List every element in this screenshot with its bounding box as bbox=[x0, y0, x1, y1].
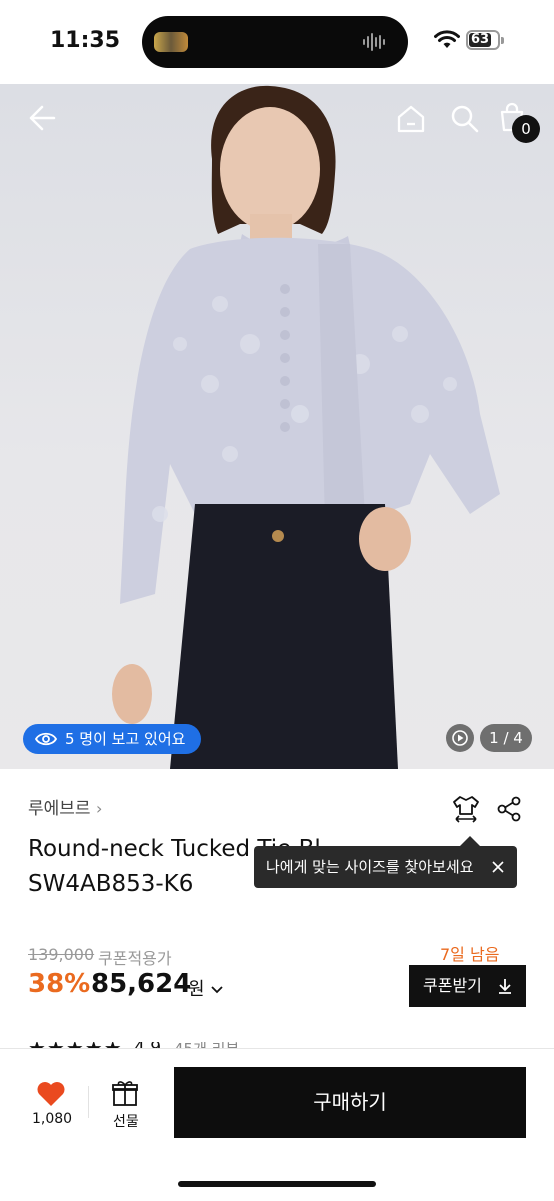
status-time: 11:35 bbox=[50, 28, 121, 53]
sale-price: 85,624 bbox=[91, 969, 192, 999]
download-icon bbox=[499, 979, 511, 994]
status-bar: 11:35 63 bbox=[0, 0, 554, 84]
battery-level: 63 bbox=[469, 32, 491, 47]
price-details-toggle[interactable]: 원 bbox=[188, 975, 224, 1001]
audio-wave-icon bbox=[363, 33, 385, 51]
cart-count-badge: 0 bbox=[512, 115, 540, 143]
brand-link[interactable]: 루에브르 › bbox=[28, 794, 102, 819]
product-image[interactable] bbox=[0, 84, 554, 769]
dynamic-island bbox=[142, 16, 408, 68]
brand-name: 루에브르 bbox=[28, 799, 91, 819]
viewers-text: 5 명이 보고 있어요 bbox=[65, 730, 186, 748]
eye-icon bbox=[35, 732, 57, 746]
size-tooltip-text: 나에게 맞는 사이즈를 찾아보세요 bbox=[266, 858, 474, 876]
chevron-down-icon bbox=[211, 986, 223, 994]
chevron-right-icon: › bbox=[95, 799, 103, 818]
get-coupon-button[interactable]: 쿠폰받기 bbox=[409, 965, 526, 1007]
get-coupon-label: 쿠폰받기 bbox=[423, 976, 482, 995]
play-icon bbox=[452, 730, 468, 746]
original-price: 139,000 bbox=[28, 945, 95, 964]
image-page-indicator: 1 / 4 bbox=[480, 724, 532, 752]
gift-icon[interactable] bbox=[111, 1079, 139, 1107]
close-icon[interactable] bbox=[492, 861, 504, 873]
discount-rate: 38% bbox=[28, 969, 91, 999]
play-video-button[interactable] bbox=[446, 724, 474, 752]
battery-icon: 63 bbox=[466, 30, 500, 50]
size-finder-icon[interactable] bbox=[451, 794, 481, 824]
now-playing-thumbnail bbox=[154, 32, 188, 52]
viewers-badge: 5 명이 보고 있어요 bbox=[23, 724, 201, 754]
divider bbox=[88, 1086, 89, 1118]
battery-cap bbox=[501, 37, 504, 44]
home-indicator bbox=[178, 1181, 376, 1187]
coupon-applied-label: 쿠폰적용가 bbox=[98, 949, 172, 968]
share-icon[interactable] bbox=[496, 796, 522, 822]
model-photo bbox=[112, 85, 500, 769]
wifi-icon bbox=[434, 30, 460, 48]
back-arrow-icon[interactable] bbox=[28, 104, 56, 132]
tooltip-arrow bbox=[460, 836, 480, 846]
product-title-line2: SW4AB853-K6 bbox=[28, 871, 194, 897]
size-tooltip: 나에게 맞는 사이즈를 찾아보세요 bbox=[254, 846, 517, 888]
buy-button[interactable]: 구매하기 bbox=[174, 1067, 526, 1138]
search-icon[interactable] bbox=[450, 104, 480, 134]
heart-icon[interactable] bbox=[36, 1080, 66, 1107]
home-icon[interactable] bbox=[396, 104, 426, 134]
like-count: 1,080 bbox=[32, 1111, 73, 1127]
gift-label: 선물 bbox=[113, 1114, 139, 1130]
coupon-days-left: 7일 남음 bbox=[440, 945, 500, 964]
currency-unit: 원 bbox=[188, 979, 205, 1000]
